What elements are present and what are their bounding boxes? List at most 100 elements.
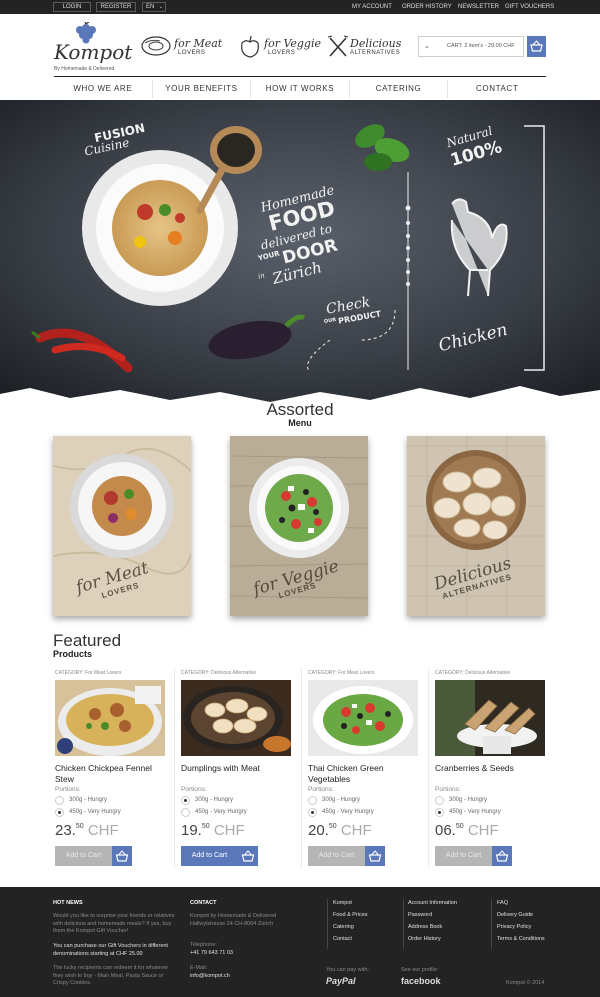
add-to-cart-button[interactable]: Add to Cart [181,846,238,866]
footer-link-privacy-policy[interactable]: Privacy Policy [497,924,531,930]
add-to-cart-button[interactable]: Add to Cart [55,846,112,866]
order-history-link[interactable]: ORDER HISTORY [402,3,452,11]
category-veggie-link[interactable]: for Veggie LOVERS [236,35,322,61]
footer-link-order-history[interactable]: Order History [408,936,441,942]
add-to-cart-icon-button[interactable] [112,846,132,866]
product-image[interactable] [435,680,545,756]
my-account-link[interactable]: MY ACCOUNT [352,3,392,11]
logo-wordmark: Kompot [54,40,133,64]
cart-summary[interactable]: ⌄ CART: 2 item's - 29.00 CHF [418,36,524,57]
nav-contact[interactable]: CONTACT [448,80,546,98]
product-image[interactable] [308,680,418,756]
radio-button[interactable] [55,796,64,805]
top-bar: LOGIN REGISTER EN ⌄ MY ACCOUNT ORDER HIS… [0,0,600,14]
product-name[interactable]: Cranberries & Seeds [435,763,551,774]
product-image[interactable] [55,680,165,756]
radio-button[interactable] [181,808,190,817]
add-to-cart-icon-button[interactable] [365,846,385,866]
hot-news-text-1: Would you like to surprise your friends … [53,913,175,934]
basket-icon [115,850,129,862]
telephone-label: Telephone: [190,942,217,948]
register-button[interactable]: REGISTER [96,2,136,12]
category-alternatives-link[interactable]: Delicious ALTERNATIVES [326,35,416,61]
footer-link-password[interactable]: Password [408,912,432,918]
add-to-cart-icon-button[interactable] [238,846,258,866]
radio-button[interactable] [308,796,317,805]
telephone-value: +41 79 643 71 03 [190,950,233,956]
product-category: CATEGORY: For Meat Lovers [308,670,375,676]
product-divider [428,668,429,868]
email-label: E-Mail: [190,965,208,971]
portions-label: Portions: [181,786,207,793]
nav-how-it-works[interactable]: HOW IT WORKS [251,80,350,98]
gift-vouchers-link[interactable]: GIFT VOUCHERS [505,3,554,11]
price-currency: CHF [340,822,372,839]
radio-button[interactable] [435,808,444,817]
nav-who-we-are[interactable]: WHO WE ARE [54,80,153,98]
main-nav: WHO WE ARE YOUR BENEFITS HOW IT WORKS CA… [54,80,546,98]
footer-link-account-information[interactable]: Account Information [408,900,457,906]
product-price: 19.50 CHF [181,822,245,839]
footer-column-rule [403,899,404,949]
price-cents: 50 [75,823,84,830]
login-button[interactable]: LOGIN [53,2,91,12]
footer-column-rule [491,899,492,949]
email-link[interactable]: info@kompot.ch [190,973,230,981]
portions-label: Portions: [435,786,461,793]
add-to-cart-button[interactable]: Add to Cart [435,846,492,866]
salad-dish-image [308,680,418,756]
assorted-title: Assorted [266,400,334,419]
price-currency: CHF [213,822,245,839]
product-name[interactable]: Thai Chicken Green Vegetables [308,763,424,785]
radio-button[interactable] [181,796,190,805]
product-name[interactable]: Chicken Chickpea Fennel Stew [55,763,171,785]
add-to-cart-button[interactable]: Add to Cart [308,846,365,866]
portion-option-label: 450g - Very Hungry [195,809,247,815]
product-category: CATEGORY: For Meat Lovers [55,670,122,676]
product-card: CATEGORY: For Meat Lovers Thai Chicken G… [306,668,426,868]
contact-address: Kompot by Homemade & Delivered Hallwylst… [190,913,277,927]
footer-link-address-book[interactable]: Address Book [408,924,442,930]
menu-card-meat[interactable]: for Meat LOVERS [53,436,191,616]
footer-link-terms-conditions[interactable]: Terms & Conditions [497,936,545,942]
basket-icon [368,850,382,862]
nav-your-benefits[interactable]: YOUR BENEFITS [153,80,252,98]
product-image[interactable] [181,680,291,756]
menu-card-veggie[interactable]: for Veggie LOVERS [230,436,368,616]
footer-link-contact[interactable]: Contact [333,936,352,942]
featured-title: Featured [53,631,122,650]
category-veggie-sub: LOVERS [268,50,296,56]
radio-button[interactable] [55,808,64,817]
menu-card-alternatives[interactable]: Delicious ALTERNATIVES [407,436,545,616]
cart-text: CART: 2 item's - 29.00 CHF [447,43,515,49]
dumplings-pan-image [181,680,291,756]
footer-link-faq[interactable]: FAQ [497,900,508,906]
product-category: CATEGORY: Delicious Alternative [181,670,257,676]
footer-link-kompot[interactable]: Kompot [333,900,352,906]
portion-option-label: 300g - Hungry [449,797,488,803]
newsletter-link[interactable]: NEWSLETTER [458,3,499,11]
facebook-logo[interactable]: facebook [401,976,441,986]
cart-button[interactable] [527,36,546,57]
radio-button[interactable] [308,808,317,817]
category-meat-script: for Meat [174,37,223,50]
copyright: Kompot © 2014 [506,980,545,986]
price-cents: 50 [328,823,337,830]
cookies-dish-image [435,680,545,756]
paypal-logo[interactable]: PayPal [326,976,356,986]
product-name[interactable]: Dumplings with Meat [181,763,297,774]
footer: HOT NEWS Would you like to surprise your… [0,887,600,997]
footer-link-catering[interactable]: Catering [333,924,354,930]
portion-option-label: 300g - Hungry [322,797,361,803]
footer-link-food-prices[interactable]: Food & Prices [333,912,368,918]
portion-option-label: 450g - Very Hungry [322,809,374,815]
category-meat-link[interactable]: for Meat LOVERS [140,35,230,61]
price-main: 23. [55,822,76,839]
header-divider [54,76,546,77]
portion-option-label: 450g - Very Hungry [69,809,121,815]
nav-catering[interactable]: CATERING [350,80,449,98]
language-select[interactable]: EN ⌄ [142,2,166,12]
radio-button[interactable] [435,796,444,805]
footer-link-delivery-guide[interactable]: Delivery Guide [497,912,533,918]
add-to-cart-icon-button[interactable] [492,846,512,866]
